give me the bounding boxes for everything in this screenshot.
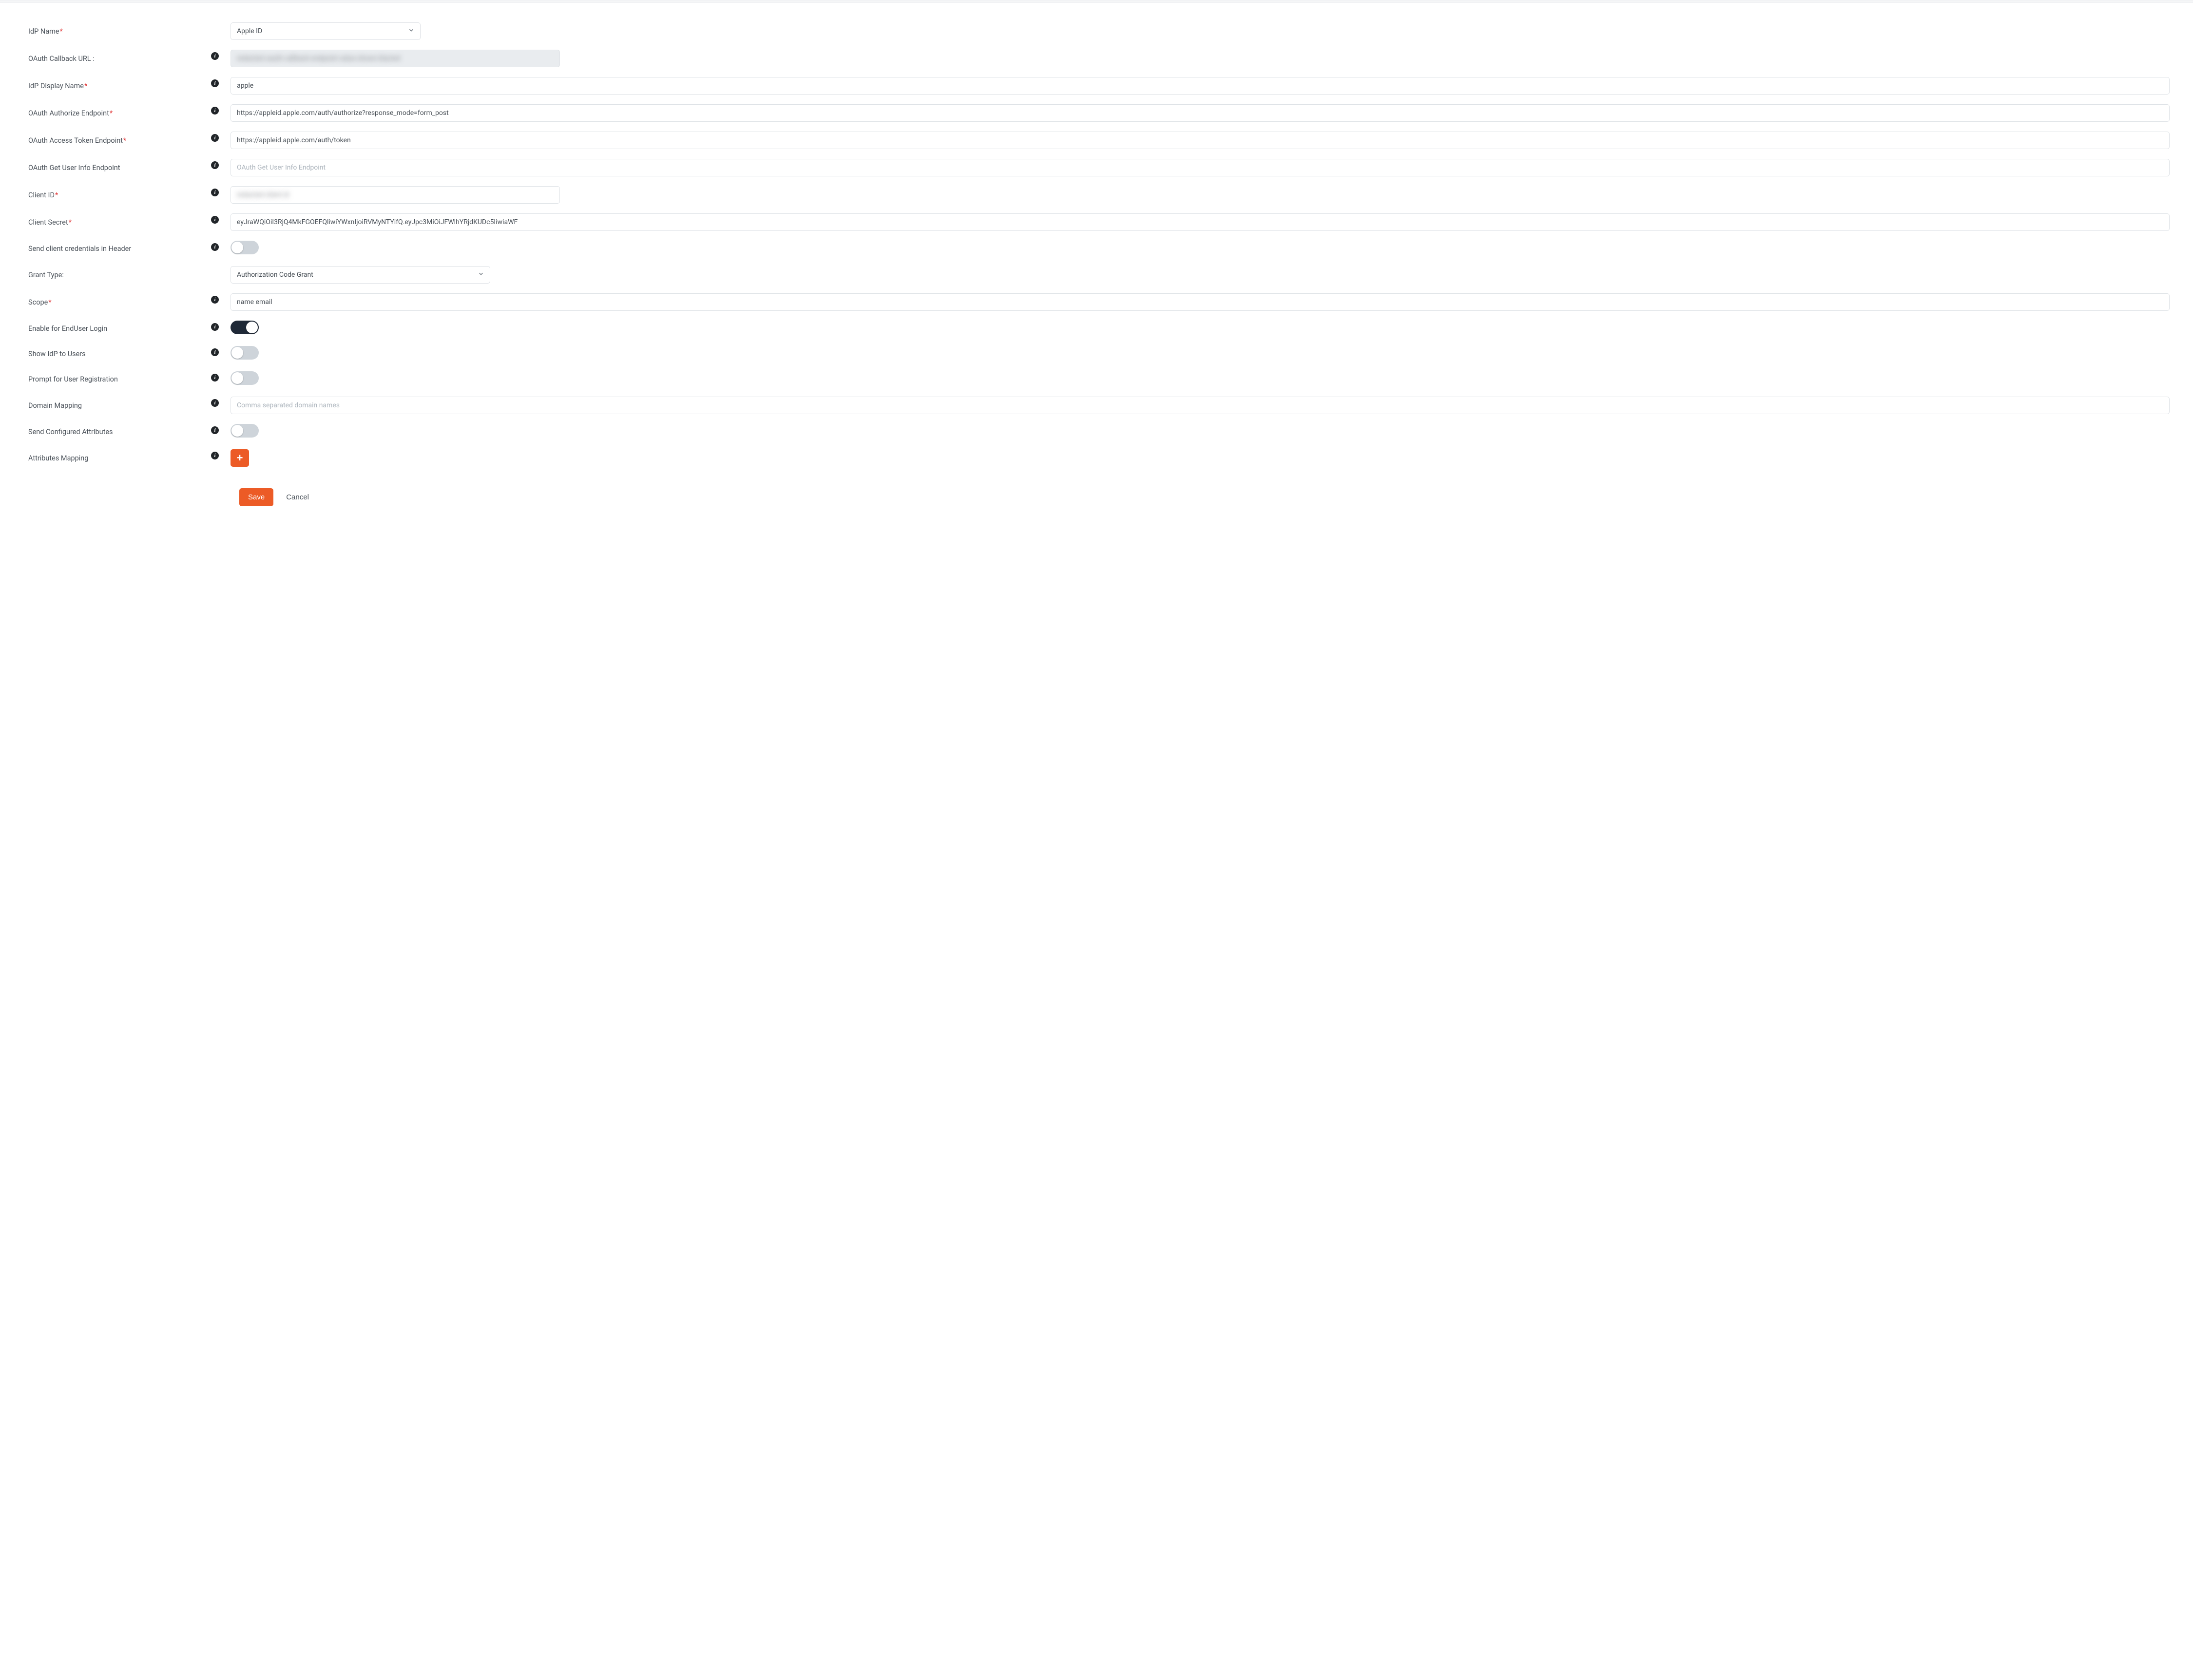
show-idp-toggle[interactable]: [231, 346, 259, 360]
send-attributes-toggle[interactable]: [231, 424, 259, 438]
label-domain-map: Domain Mapping: [28, 401, 82, 410]
info-icon[interactable]: i: [211, 79, 219, 87]
info-icon[interactable]: i: [211, 374, 219, 382]
label-attr-map: Attributes Mapping: [28, 454, 88, 462]
prompt-registration-toggle[interactable]: [231, 371, 259, 385]
info-icon[interactable]: i: [211, 161, 219, 169]
info-icon[interactable]: i: [211, 296, 219, 304]
info-icon[interactable]: i: [211, 134, 219, 142]
label-cred-header: Send client credentials in Header: [28, 245, 131, 253]
info-icon[interactable]: i: [211, 52, 219, 60]
info-icon[interactable]: i: [211, 189, 219, 196]
cancel-button[interactable]: Cancel: [283, 493, 312, 502]
info-icon[interactable]: i: [211, 452, 219, 459]
info-icon[interactable]: i: [211, 323, 219, 331]
label-scope: Scope: [28, 298, 52, 306]
label-client-id: Client ID: [28, 191, 58, 199]
label-grant-type: Grant Type:: [28, 271, 64, 279]
scope-input[interactable]: [231, 293, 2170, 311]
domain-mapping-input[interactable]: [231, 397, 2170, 414]
userinfo-endpoint-input[interactable]: [231, 159, 2170, 176]
label-send-attrs: Send Configured Attributes: [28, 428, 113, 436]
label-client-secret: Client Secret: [28, 218, 72, 227]
plus-icon: +: [237, 453, 243, 463]
token-endpoint-input[interactable]: [231, 132, 2170, 149]
enduser-login-toggle[interactable]: [231, 321, 259, 334]
info-icon[interactable]: i: [211, 216, 219, 224]
authorize-endpoint-input[interactable]: [231, 104, 2170, 122]
info-icon[interactable]: i: [211, 348, 219, 356]
label-prompt-reg: Prompt for User Registration: [28, 375, 118, 383]
label-show-idp: Show IdP to Users: [28, 350, 86, 358]
callback-url-display: redacted oauth callback endpoint value s…: [231, 50, 560, 67]
display-name-input[interactable]: [231, 77, 2170, 95]
client-id-input[interactable]: redacted client id: [231, 186, 560, 204]
info-icon[interactable]: i: [211, 426, 219, 434]
label-userinfo: OAuth Get User Info Endpoint: [28, 164, 120, 172]
cred-header-toggle[interactable]: [231, 241, 259, 254]
info-icon[interactable]: i: [211, 107, 219, 115]
client-secret-input[interactable]: [231, 213, 2170, 231]
save-button[interactable]: Save: [239, 488, 273, 506]
info-icon[interactable]: i: [211, 243, 219, 251]
label-callback: OAuth Callback URL :: [28, 55, 95, 63]
idp-config-form: IdP Name Apple ID OAuth Callback URL : i…: [0, 3, 2193, 521]
add-attribute-button[interactable]: +: [231, 449, 249, 467]
form-actions: Save Cancel: [239, 488, 2170, 506]
label-idp-name: IdP Name: [28, 27, 63, 36]
label-enduser: Enable for EndUser Login: [28, 325, 107, 333]
info-icon[interactable]: i: [211, 399, 219, 407]
label-display-name: IdP Display Name: [28, 82, 87, 90]
grant-type-select[interactable]: Authorization Code Grant: [231, 266, 490, 284]
label-token: OAuth Access Token Endpoint: [28, 136, 126, 145]
idp-name-select[interactable]: Apple ID: [231, 22, 421, 40]
label-authorize: OAuth Authorize Endpoint: [28, 109, 113, 117]
